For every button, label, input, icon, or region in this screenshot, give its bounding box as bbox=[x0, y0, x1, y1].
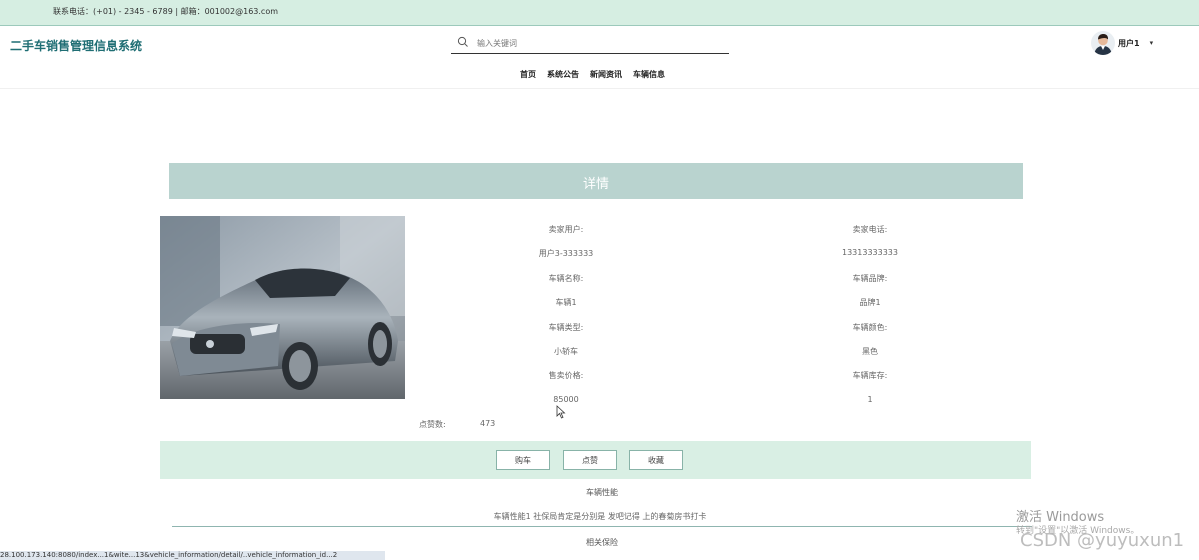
search-icon[interactable] bbox=[457, 36, 469, 48]
status-bar-url: 28.100.173.140:8080/index...1&wite...13&… bbox=[0, 551, 385, 560]
vehicle-type-label: 车辆类型: bbox=[548, 323, 584, 332]
car-image bbox=[160, 216, 405, 399]
nav-item-vehicles[interactable]: 车辆信息 bbox=[633, 69, 665, 80]
user-avatar-icon bbox=[1091, 31, 1115, 55]
likes-count: 473 bbox=[480, 419, 496, 428]
seller-phone-value: 13313333333 bbox=[842, 248, 898, 257]
nav-item-home[interactable]: 首页 bbox=[520, 69, 536, 80]
page-title: 详情 bbox=[582, 177, 609, 192]
nav-item-announcements[interactable]: 系统公告 bbox=[547, 69, 579, 80]
main-nav: 首页 系统公告 新闻资讯 车辆信息 bbox=[520, 69, 665, 80]
vehicle-name-value: 车辆1 bbox=[555, 298, 577, 307]
avatar[interactable] bbox=[1091, 31, 1115, 55]
csdn-watermark: CSDN @yuyuxun1 bbox=[1020, 530, 1185, 551]
nav-item-news[interactable]: 新闻资讯 bbox=[590, 69, 622, 80]
top-contact-bar: 联系电话：(+01) - 2345 - 6789 | 邮箱：001002@163… bbox=[0, 0, 1199, 26]
vehicle-color-value: 黑色 bbox=[862, 347, 878, 356]
vehicle-brand-value: 品牌1 bbox=[859, 298, 881, 307]
chevron-down-icon[interactable]: ▾ bbox=[1150, 39, 1154, 47]
vehicle-type-value: 小轿车 bbox=[554, 347, 578, 356]
performance-text: 车辆性能1 社保局肯定是分别是 发吧记得 上的春菊房书打卡 bbox=[493, 512, 707, 521]
seller-user-label: 卖家用户: bbox=[548, 225, 584, 234]
mouse-cursor-icon bbox=[556, 405, 566, 419]
price-label: 售卖价格: bbox=[548, 371, 584, 380]
seller-phone-label: 卖家电话: bbox=[852, 225, 888, 234]
insurance-section-title: 相关保险 bbox=[586, 538, 618, 547]
buy-car-button[interactable]: 购车 bbox=[496, 450, 550, 470]
like-button[interactable]: 点赞 bbox=[563, 450, 617, 470]
contact-info: 联系电话：(+01) - 2345 - 6789 | 邮箱：001002@163… bbox=[53, 7, 279, 16]
section-divider bbox=[172, 526, 1032, 527]
user-menu[interactable]: 用户1 ▾ bbox=[1091, 30, 1153, 56]
car-photo-illustration bbox=[160, 216, 405, 399]
action-bar: 购车 点赞 收藏 bbox=[160, 441, 1031, 479]
user-name[interactable]: 用户1 bbox=[1118, 38, 1140, 49]
stock-value: 1 bbox=[867, 395, 873, 404]
vehicle-name-label: 车辆名称: bbox=[548, 274, 584, 283]
stock-label: 车辆库存: bbox=[852, 371, 888, 380]
likes-label: 点赞数: bbox=[419, 420, 446, 429]
search-bar bbox=[451, 34, 729, 54]
detail-banner: 详情 bbox=[169, 163, 1023, 199]
vehicle-brand-label: 车辆品牌: bbox=[852, 274, 888, 283]
performance-section-title: 车辆性能 bbox=[586, 488, 618, 497]
search-input[interactable] bbox=[477, 36, 717, 50]
site-title[interactable]: 二手车销售管理信息系统 bbox=[10, 37, 142, 54]
favorite-button[interactable]: 收藏 bbox=[629, 450, 683, 470]
price-value: 85000 bbox=[553, 395, 579, 404]
site-header: 二手车销售管理信息系统 用户1 ▾ 首页 系统公告 新闻资讯 车辆信息 bbox=[0, 26, 1199, 89]
seller-user-value: 用户3-333333 bbox=[538, 249, 594, 258]
vehicle-color-label: 车辆颜色: bbox=[852, 323, 888, 332]
